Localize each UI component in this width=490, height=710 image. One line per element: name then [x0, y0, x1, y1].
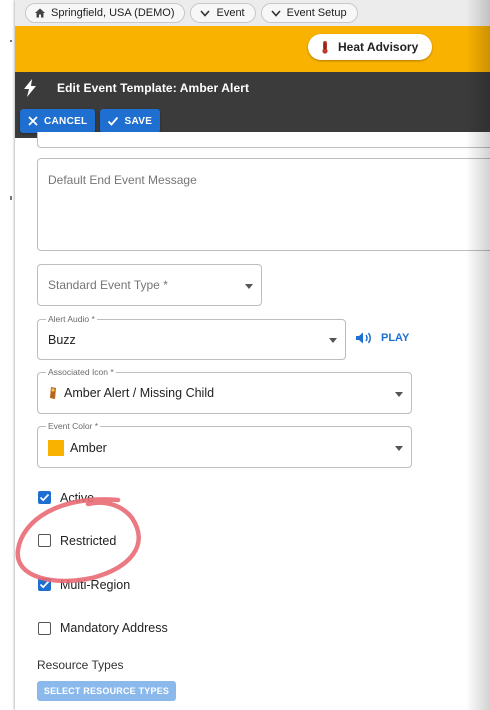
- status-header: Heat Advisory: [15, 26, 490, 72]
- active-label: Active: [60, 491, 95, 505]
- check-icon: [39, 493, 50, 502]
- save-button[interactable]: SAVE: [100, 109, 161, 133]
- breadcrumb-location[interactable]: Springfield, USA (DEMO): [25, 3, 186, 23]
- thermometer-icon: [322, 41, 328, 54]
- breadcrumb: Springfield, USA (DEMO) Event Event Setu…: [15, 0, 490, 26]
- dropdown-arrow-icon: [395, 446, 403, 451]
- event-color-label: Event Color *: [46, 421, 101, 431]
- home-icon: [35, 8, 45, 18]
- color-swatch: [48, 440, 64, 456]
- page-titlebar: Edit Event Template: Amber Alert: [15, 72, 490, 104]
- breadcrumb-event-setup[interactable]: Event Setup: [260, 3, 358, 23]
- end-event-message-field[interactable]: Default End Event Message: [37, 158, 490, 251]
- save-label: SAVE: [124, 115, 153, 127]
- cancel-button[interactable]: CANCEL: [20, 109, 96, 133]
- associated-icon-label: Associated Icon *: [46, 367, 116, 377]
- alert-audio-value: Buzz: [48, 333, 76, 347]
- multi-region-checkbox[interactable]: [38, 578, 51, 591]
- multi-region-label: Multi-Region: [60, 578, 131, 592]
- check-icon: [39, 580, 50, 589]
- breadcrumb-event-label: Event: [216, 7, 245, 19]
- associated-icon-value: Amber Alert / Missing Child: [64, 386, 215, 400]
- breadcrumb-event-setup-label: Event Setup: [286, 7, 347, 19]
- event-template-form: Default End Event Message Standard Event…: [15, 132, 490, 710]
- event-color-value: Amber: [70, 441, 107, 455]
- close-icon: [28, 116, 38, 126]
- associated-icon-select[interactable]: Associated Icon * Amber Alert / Missing …: [37, 367, 412, 414]
- alert-audio-select[interactable]: Alert Audio * Buzz: [37, 314, 346, 360]
- mandatory-address-label: Mandatory Address: [60, 621, 168, 635]
- breadcrumb-location-label: Springfield, USA (DEMO): [51, 7, 175, 19]
- lightning-bolt-icon: [15, 79, 45, 97]
- previous-field[interactable]: [37, 132, 490, 148]
- restricted-label: Restricted: [60, 534, 117, 548]
- alert-audio-label: Alert Audio *: [46, 314, 97, 324]
- event-color-value-wrap: Amber: [48, 440, 107, 456]
- dropdown-arrow-icon: [245, 284, 253, 289]
- speaker-icon: [356, 332, 371, 344]
- resource-types-heading: Resource Types: [37, 658, 124, 672]
- event-color-select[interactable]: Event Color * Amber: [37, 421, 412, 468]
- breadcrumb-event[interactable]: Event: [190, 3, 256, 23]
- heat-advisory-label: Heat Advisory: [338, 40, 419, 54]
- active-checkbox[interactable]: [38, 491, 51, 504]
- restricted-checkbox[interactable]: [38, 534, 51, 547]
- play-label: PLAY: [381, 332, 410, 344]
- dropdown-arrow-icon: [329, 338, 337, 343]
- heat-advisory-badge[interactable]: Heat Advisory: [308, 34, 433, 60]
- end-event-message-placeholder: Default End Event Message: [48, 173, 197, 187]
- edge-markers: [10, 40, 14, 240]
- chevron-down-icon: [271, 10, 281, 17]
- check-icon: [108, 116, 119, 126]
- page-title: Edit Event Template: Amber Alert: [57, 81, 250, 95]
- app-window: Springfield, USA (DEMO) Event Event Setu…: [15, 0, 490, 710]
- cancel-label: CANCEL: [44, 115, 88, 127]
- associated-icon-value-wrap: Amber Alert / Missing Child: [48, 386, 214, 400]
- dropdown-arrow-icon: [395, 392, 403, 397]
- standard-event-type-placeholder: Standard Event Type *: [48, 278, 168, 292]
- mandatory-address-checkbox[interactable]: [38, 622, 51, 635]
- standard-event-type-select[interactable]: Standard Event Type *: [37, 264, 262, 306]
- chevron-down-icon: [200, 10, 211, 17]
- amber-alert-icon: [50, 387, 56, 399]
- play-audio-button[interactable]: PLAY: [355, 331, 409, 345]
- select-resource-types-button[interactable]: SELECT RESOURCE TYPES: [37, 681, 176, 701]
